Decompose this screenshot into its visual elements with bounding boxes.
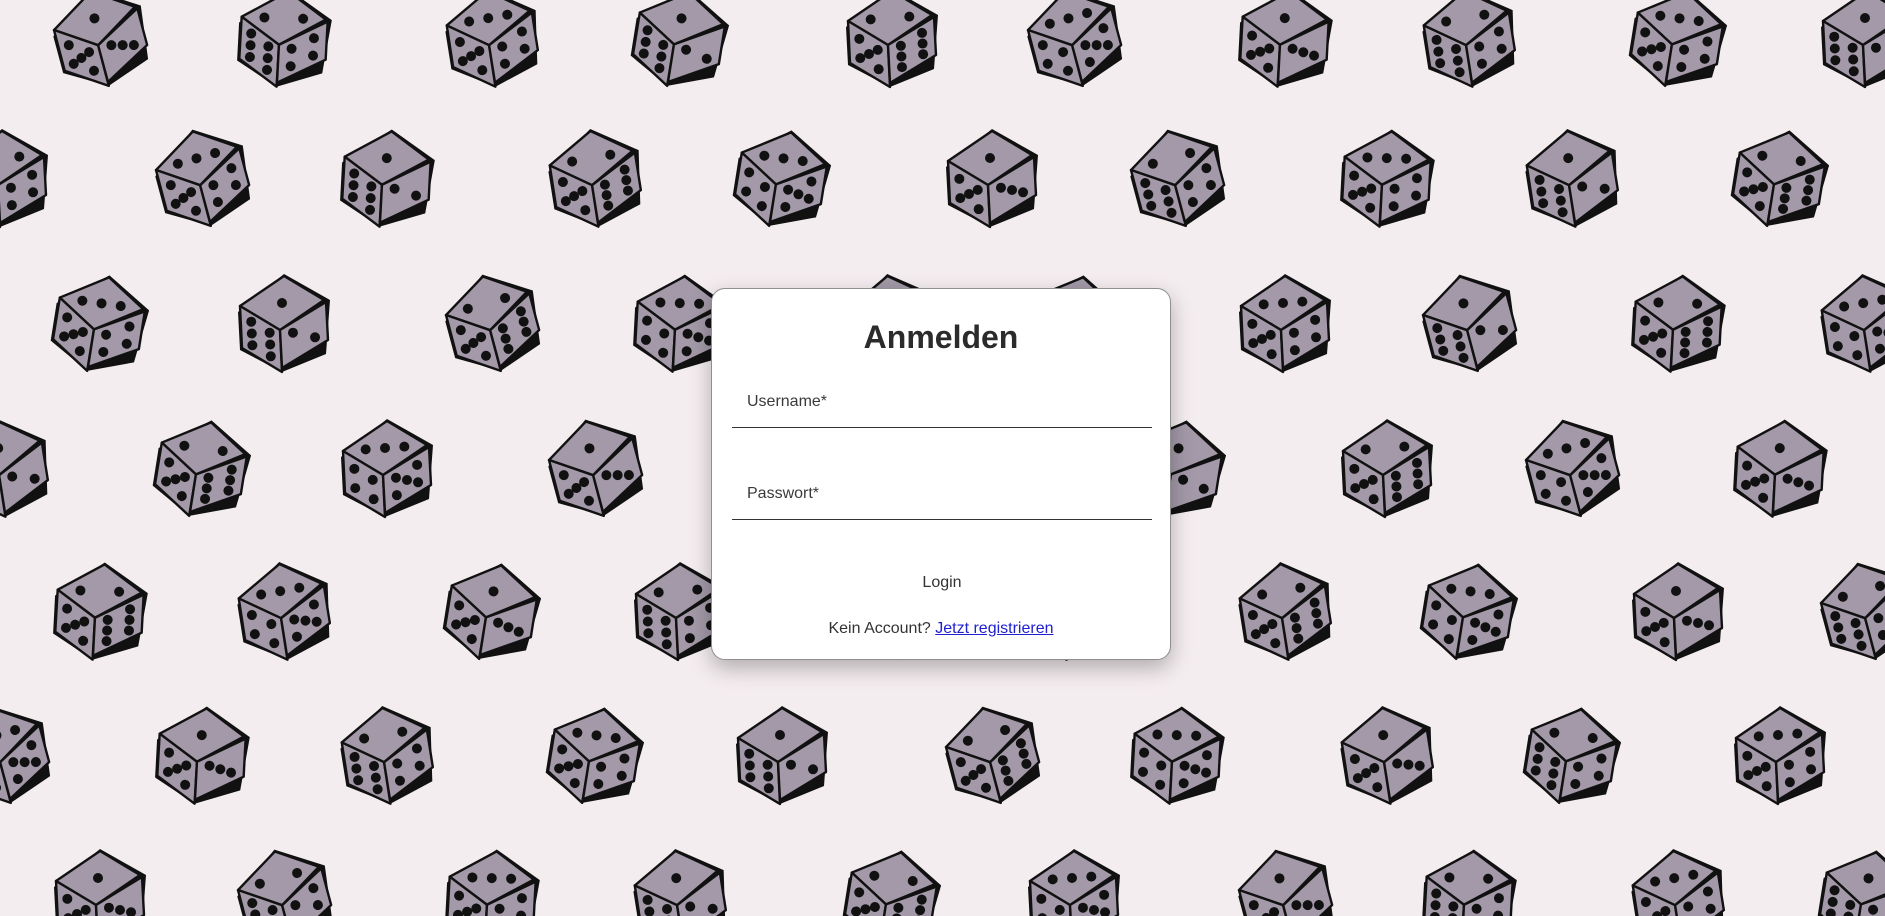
dice-icon [1238,0,1333,88]
dice-icon [842,850,942,916]
dice-icon [237,0,332,88]
dice-icon [1419,563,1519,661]
dice-icon [155,706,250,805]
page-title: Anmelden [863,319,1019,355]
dice-icon [548,129,643,228]
login-card: Anmelden Username* Passwort* Login Kein … [711,288,1171,660]
dice-icon [1525,129,1620,228]
username-field[interactable]: Username* [732,381,1152,428]
dice-icon [445,849,540,916]
dice-icon [846,0,938,89]
dice-icon [1341,419,1433,519]
dice-icon [1820,274,1885,373]
dice-icon [341,419,433,519]
dice-icon [1522,707,1622,805]
dice-icon [445,0,540,88]
dice-icon [1817,850,1885,916]
register-link[interactable]: Jetzt registrieren [935,620,1053,637]
register-row: Kein Account? Jetzt registrieren [712,620,1170,638]
dice-icon [1422,0,1517,88]
dice-icon [1734,706,1826,806]
password-input[interactable] [732,473,1152,519]
dice-icon [236,849,333,916]
dice-icon [1422,849,1517,916]
dice-icon [633,849,728,916]
dice-icon [1632,562,1724,662]
dice-icon [50,275,150,373]
dice-icon [1238,562,1333,661]
dice-icon [444,274,541,373]
login-page: Anmelden Username* Passwort* Login Kein … [0,0,1885,916]
dice-icon [52,0,149,88]
login-button[interactable]: Login [892,567,992,599]
dice-icon [1631,274,1726,373]
dice-icon [1421,274,1518,373]
dice-icon [630,0,730,88]
dice-icon [736,706,828,806]
dice-icon [1237,849,1334,916]
password-field[interactable]: Passwort* [732,473,1152,520]
dice-icon [0,706,51,805]
dice-icon [154,129,251,228]
dice-icon [1340,706,1435,805]
dice-icon [1028,849,1120,916]
dice-icon [1821,0,1885,89]
dice-icon [547,419,644,518]
dice-icon [237,562,332,661]
dice-icon [152,420,252,518]
dice-icon [1340,129,1435,228]
dice-icon [0,129,48,229]
no-account-text: Kein Account? [828,620,931,637]
dice-icon [944,706,1041,805]
username-input[interactable] [732,381,1152,427]
dice-icon [1026,0,1123,88]
dice-icon [1819,562,1885,661]
dice-icon [340,129,435,228]
dice-icon [1730,130,1830,228]
dice-icon [545,707,645,805]
dice-icon [1733,419,1828,518]
dice-icon [1239,274,1331,374]
dice-icon [1524,419,1621,518]
dice-icon [442,563,542,661]
dice-icon [340,706,435,805]
dice-icon [54,849,146,916]
dice-icon [1628,0,1728,88]
dice-icon [0,419,50,518]
dice-icon [1130,706,1225,805]
dice-icon [1631,849,1726,916]
dice-icon [53,562,148,661]
dice-icon [238,274,330,374]
dice-icon [1129,129,1226,228]
dice-icon [732,130,832,228]
dice-icon [946,129,1038,229]
